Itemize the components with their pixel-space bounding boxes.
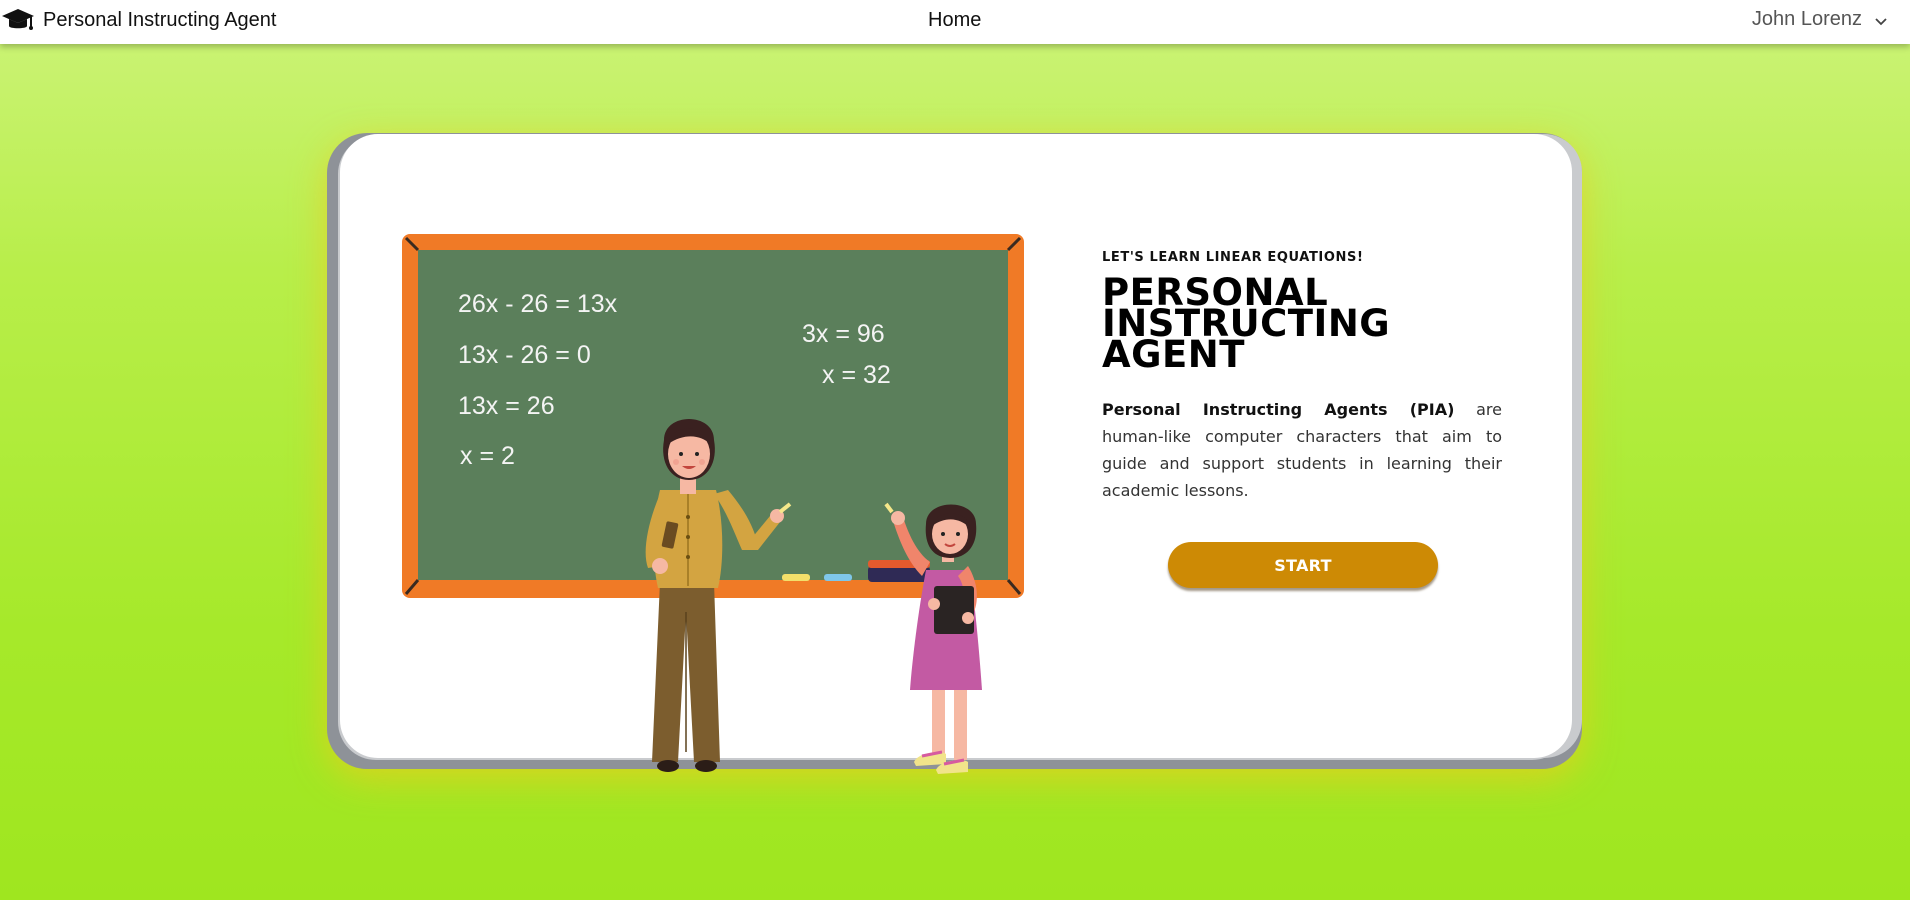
board-equation-2: 13x - 26 = 0 [458,341,591,369]
description-bold: Personal Instructing Agents (PIA) [1102,400,1455,419]
chevron-down-icon [1875,17,1887,25]
teacher-equation-1: 3x = 96 [802,320,885,348]
teacher-equation-2: x = 32 [822,361,891,389]
brand-link[interactable]: Personal Instructing Agent [2,0,276,40]
classroom-illustration: 26x - 26 = 13x 13x - 26 = 0 13x = 26 x =… [402,234,1024,774]
graduation-cap-icon [2,9,34,30]
hero-text: LET'S LEARN LINEAR EQUATIONS! PERSONAL I… [1102,250,1502,504]
board-equation-4: x = 2 [460,442,515,470]
user-menu[interactable]: John Lorenz [1752,8,1888,31]
hero-eyebrow: LET'S LEARN LINEAR EQUATIONS! [1102,250,1364,265]
hero-card: 26x - 26 = 13x 13x - 26 = 0 13x = 26 x =… [340,134,1572,774]
start-button[interactable]: START [1168,542,1438,588]
user-name: John Lorenz [1751,8,1862,30]
hero-description: Personal Instructing Agents (PIA) are hu… [1102,396,1502,504]
brand-title: Personal Instructing Agent [43,8,277,31]
top-navbar: Personal Instructing Agent Home John Lor… [0,0,1910,44]
nav-home-link[interactable]: Home [928,9,981,32]
board-equation-1: 26x - 26 = 13x [458,290,618,318]
page-title: PERSONAL INSTRUCTING AGENT [1102,271,1391,376]
board-equation-3: 13x = 26 [458,392,555,420]
